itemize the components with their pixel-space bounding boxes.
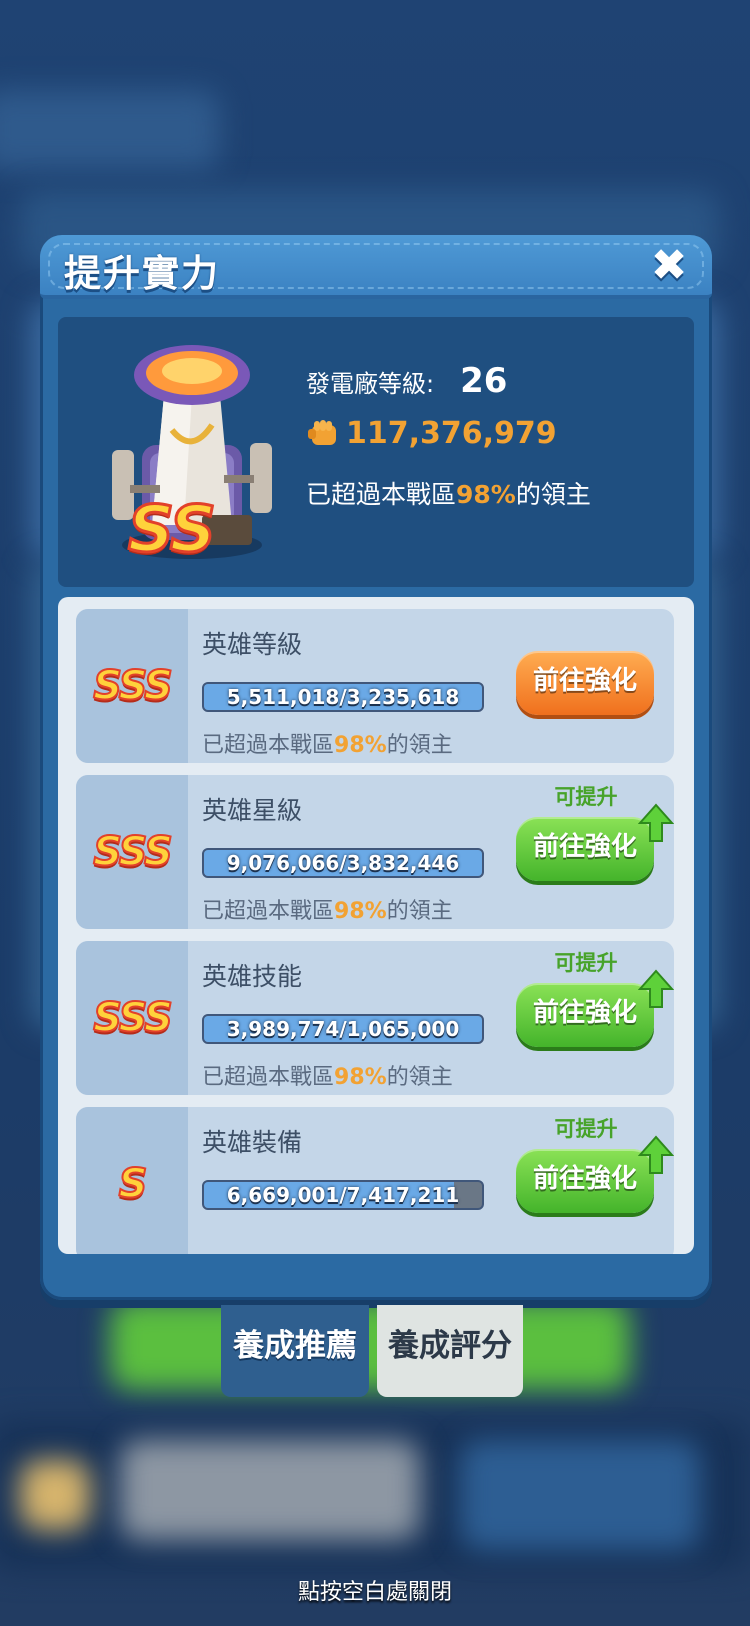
arrow-up-icon [638,1135,674,1174]
rank-text: 已超過本戰區98%的領主 [202,1065,453,1090]
item-title: 英雄等級 [202,630,303,659]
tab-training-recommend[interactable]: 養成推薦 [221,1305,369,1397]
progress-bar: 5,511,018/3,235,618 [202,682,484,712]
list-item-hero-level: SSS 英雄等級 5,511,018/3,235,618 已超過本戰區98%的領… [76,609,674,763]
grade-badge: SSS [92,828,174,876]
rank-text: 已超過本戰區98%的領主 [202,899,453,924]
tab-training-score[interactable]: 養成評分 [377,1305,523,1397]
power-rank-text: 已超過本戰區98%的領主 [306,480,591,509]
plant-level-row: 發電廠等級: 26 [306,361,507,401]
progress-text: 3,989,774/1,065,000 [226,1017,460,1041]
grade-badge: S [118,1160,149,1208]
progress-bar: 3,989,774/1,065,000 [202,1014,484,1044]
list-item-hero-equipment: S 英雄裝備 6,669,001/7,417,211 可提升 前往強化 [76,1107,674,1254]
go-strengthen-button[interactable]: 前往強化 [516,817,654,881]
go-strengthen-button[interactable]: 前往強化 [516,651,654,715]
grade-badge: SSS [92,994,174,1042]
progress-bar: 6,669,001/7,417,211 [202,1180,484,1210]
power-value: 117,376,979 [346,415,557,451]
plant-level-value: 26 [460,361,508,401]
improve-strength-panel: 提升實力 ✖ SS 發電廠等級: 26 117,376,979 已超過本戰區98… [40,235,712,1300]
progress-text: 5,511,018/3,235,618 [226,685,460,709]
fist-icon [308,420,336,445]
plant-level-label: 發電廠等級: [306,370,435,398]
progress-text: 9,076,066/3,832,446 [226,851,460,875]
arrow-up-icon [638,803,674,842]
upgradable-label: 可提升 [554,1117,618,1141]
item-title: 英雄裝備 [202,1128,303,1157]
item-title: 英雄技能 [202,962,303,991]
panel-title: 提升實力 [64,252,220,295]
progress-text: 6,669,001/7,417,211 [226,1183,460,1207]
list-item-hero-star: SSS 英雄星級 9,076,066/3,832,446 已超過本戰區98%的領… [76,775,674,929]
power-row: 117,376,979 [306,415,557,451]
go-strengthen-button[interactable]: 前往強化 [516,1149,654,1213]
rank-text: 已超過本戰區98%的領主 [202,733,453,758]
power-summary: SS 發電廠等級: 26 117,376,979 已超過本戰區98%的領主 [58,317,694,587]
go-strengthen-button[interactable]: 前往強化 [516,983,654,1047]
close-icon[interactable]: ✖ [644,241,694,291]
tap-blank-to-close-hint[interactable]: 點按空白處關閉 [0,1574,750,1606]
arrow-up-icon [638,969,674,1008]
list-item-hero-skill: SSS 英雄技能 3,989,774/1,065,000 已超過本戰區98%的領… [76,941,674,1095]
item-title: 英雄星級 [202,796,303,825]
upgradable-label: 可提升 [554,951,618,975]
panel-header: 提升實力 ✖ [40,235,712,299]
building-grade: SS [127,492,218,569]
grade-badge: SSS [92,662,174,710]
progress-bar: 9,076,066/3,832,446 [202,848,484,878]
upgradable-label: 可提升 [554,785,618,809]
training-list[interactable]: SSS 英雄等級 5,511,018/3,235,618 已超過本戰區98%的領… [58,597,694,1254]
